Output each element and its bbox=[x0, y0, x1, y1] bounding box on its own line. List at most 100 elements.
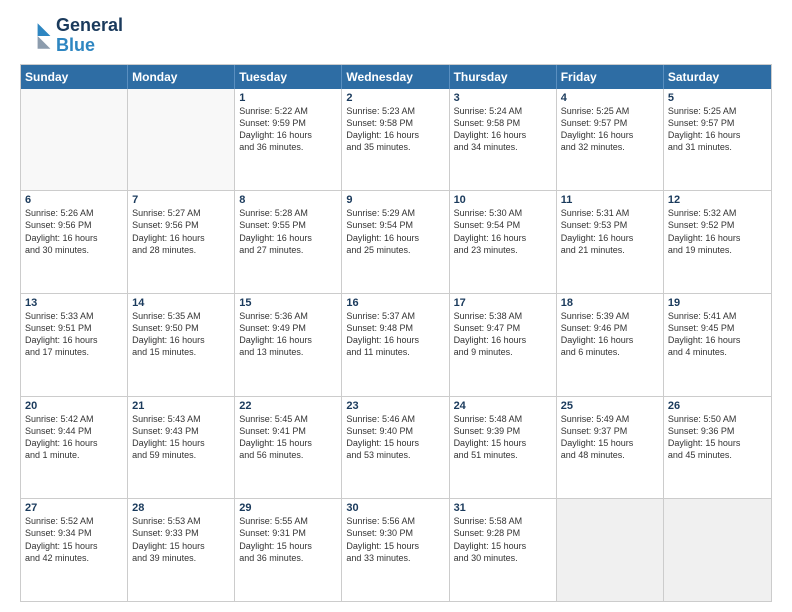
day-number: 4 bbox=[561, 92, 659, 104]
day-number: 27 bbox=[25, 502, 123, 514]
day-cell-8: 8Sunrise: 5:28 AM Sunset: 9:55 PM Daylig… bbox=[235, 191, 342, 293]
day-info: Sunrise: 5:30 AM Sunset: 9:54 PM Dayligh… bbox=[454, 207, 552, 256]
day-cell-17: 17Sunrise: 5:38 AM Sunset: 9:47 PM Dayli… bbox=[450, 294, 557, 396]
empty-cell bbox=[557, 499, 664, 601]
day-number: 3 bbox=[454, 92, 552, 104]
day-info: Sunrise: 5:56 AM Sunset: 9:30 PM Dayligh… bbox=[346, 515, 444, 564]
day-number: 13 bbox=[25, 297, 123, 309]
day-number: 2 bbox=[346, 92, 444, 104]
logo-icon bbox=[20, 20, 52, 52]
empty-cell bbox=[128, 89, 235, 191]
day-info: Sunrise: 5:25 AM Sunset: 9:57 PM Dayligh… bbox=[668, 105, 767, 154]
day-number: 8 bbox=[239, 194, 337, 206]
empty-cell bbox=[21, 89, 128, 191]
day-cell-31: 31Sunrise: 5:58 AM Sunset: 9:28 PM Dayli… bbox=[450, 499, 557, 601]
day-number: 30 bbox=[346, 502, 444, 514]
calendar-row-5: 27Sunrise: 5:52 AM Sunset: 9:34 PM Dayli… bbox=[21, 498, 771, 601]
day-cell-11: 11Sunrise: 5:31 AM Sunset: 9:53 PM Dayli… bbox=[557, 191, 664, 293]
day-number: 28 bbox=[132, 502, 230, 514]
day-number: 19 bbox=[668, 297, 767, 309]
day-number: 17 bbox=[454, 297, 552, 309]
day-info: Sunrise: 5:43 AM Sunset: 9:43 PM Dayligh… bbox=[132, 413, 230, 462]
day-number: 25 bbox=[561, 400, 659, 412]
day-number: 9 bbox=[346, 194, 444, 206]
day-cell-15: 15Sunrise: 5:36 AM Sunset: 9:49 PM Dayli… bbox=[235, 294, 342, 396]
page: General Blue SundayMondayTuesdayWednesda… bbox=[0, 0, 792, 612]
day-info: Sunrise: 5:26 AM Sunset: 9:56 PM Dayligh… bbox=[25, 207, 123, 256]
weekday-header-thursday: Thursday bbox=[450, 65, 557, 89]
day-info: Sunrise: 5:29 AM Sunset: 9:54 PM Dayligh… bbox=[346, 207, 444, 256]
day-number: 21 bbox=[132, 400, 230, 412]
calendar-row-3: 13Sunrise: 5:33 AM Sunset: 9:51 PM Dayli… bbox=[21, 293, 771, 396]
day-number: 10 bbox=[454, 194, 552, 206]
day-cell-22: 22Sunrise: 5:45 AM Sunset: 9:41 PM Dayli… bbox=[235, 397, 342, 499]
day-cell-18: 18Sunrise: 5:39 AM Sunset: 9:46 PM Dayli… bbox=[557, 294, 664, 396]
day-cell-25: 25Sunrise: 5:49 AM Sunset: 9:37 PM Dayli… bbox=[557, 397, 664, 499]
day-cell-5: 5Sunrise: 5:25 AM Sunset: 9:57 PM Daylig… bbox=[664, 89, 771, 191]
day-number: 23 bbox=[346, 400, 444, 412]
calendar-body: 1Sunrise: 5:22 AM Sunset: 9:59 PM Daylig… bbox=[21, 89, 771, 601]
empty-cell bbox=[664, 499, 771, 601]
day-info: Sunrise: 5:32 AM Sunset: 9:52 PM Dayligh… bbox=[668, 207, 767, 256]
day-info: Sunrise: 5:41 AM Sunset: 9:45 PM Dayligh… bbox=[668, 310, 767, 359]
calendar-row-2: 6Sunrise: 5:26 AM Sunset: 9:56 PM Daylig… bbox=[21, 190, 771, 293]
day-info: Sunrise: 5:24 AM Sunset: 9:58 PM Dayligh… bbox=[454, 105, 552, 154]
day-info: Sunrise: 5:31 AM Sunset: 9:53 PM Dayligh… bbox=[561, 207, 659, 256]
day-cell-16: 16Sunrise: 5:37 AM Sunset: 9:48 PM Dayli… bbox=[342, 294, 449, 396]
day-number: 6 bbox=[25, 194, 123, 206]
day-number: 22 bbox=[239, 400, 337, 412]
day-info: Sunrise: 5:35 AM Sunset: 9:50 PM Dayligh… bbox=[132, 310, 230, 359]
logo-text-general: General bbox=[56, 16, 123, 36]
day-number: 24 bbox=[454, 400, 552, 412]
day-info: Sunrise: 5:36 AM Sunset: 9:49 PM Dayligh… bbox=[239, 310, 337, 359]
day-cell-6: 6Sunrise: 5:26 AM Sunset: 9:56 PM Daylig… bbox=[21, 191, 128, 293]
day-cell-24: 24Sunrise: 5:48 AM Sunset: 9:39 PM Dayli… bbox=[450, 397, 557, 499]
day-info: Sunrise: 5:50 AM Sunset: 9:36 PM Dayligh… bbox=[668, 413, 767, 462]
day-info: Sunrise: 5:33 AM Sunset: 9:51 PM Dayligh… bbox=[25, 310, 123, 359]
day-info: Sunrise: 5:42 AM Sunset: 9:44 PM Dayligh… bbox=[25, 413, 123, 462]
day-number: 29 bbox=[239, 502, 337, 514]
day-number: 1 bbox=[239, 92, 337, 104]
day-number: 31 bbox=[454, 502, 552, 514]
day-cell-19: 19Sunrise: 5:41 AM Sunset: 9:45 PM Dayli… bbox=[664, 294, 771, 396]
weekday-header-monday: Monday bbox=[128, 65, 235, 89]
day-cell-21: 21Sunrise: 5:43 AM Sunset: 9:43 PM Dayli… bbox=[128, 397, 235, 499]
day-info: Sunrise: 5:22 AM Sunset: 9:59 PM Dayligh… bbox=[239, 105, 337, 154]
day-info: Sunrise: 5:39 AM Sunset: 9:46 PM Dayligh… bbox=[561, 310, 659, 359]
day-number: 16 bbox=[346, 297, 444, 309]
day-info: Sunrise: 5:23 AM Sunset: 9:58 PM Dayligh… bbox=[346, 105, 444, 154]
day-number: 14 bbox=[132, 297, 230, 309]
weekday-header-tuesday: Tuesday bbox=[235, 65, 342, 89]
day-cell-2: 2Sunrise: 5:23 AM Sunset: 9:58 PM Daylig… bbox=[342, 89, 449, 191]
day-cell-10: 10Sunrise: 5:30 AM Sunset: 9:54 PM Dayli… bbox=[450, 191, 557, 293]
logo-text-blue: Blue bbox=[56, 36, 123, 56]
day-cell-14: 14Sunrise: 5:35 AM Sunset: 9:50 PM Dayli… bbox=[128, 294, 235, 396]
logo: General Blue bbox=[20, 16, 123, 56]
weekday-header-friday: Friday bbox=[557, 65, 664, 89]
calendar-row-4: 20Sunrise: 5:42 AM Sunset: 9:44 PM Dayli… bbox=[21, 396, 771, 499]
day-cell-20: 20Sunrise: 5:42 AM Sunset: 9:44 PM Dayli… bbox=[21, 397, 128, 499]
day-number: 18 bbox=[561, 297, 659, 309]
calendar-header: SundayMondayTuesdayWednesdayThursdayFrid… bbox=[21, 65, 771, 89]
day-cell-9: 9Sunrise: 5:29 AM Sunset: 9:54 PM Daylig… bbox=[342, 191, 449, 293]
day-info: Sunrise: 5:28 AM Sunset: 9:55 PM Dayligh… bbox=[239, 207, 337, 256]
day-info: Sunrise: 5:55 AM Sunset: 9:31 PM Dayligh… bbox=[239, 515, 337, 564]
day-number: 11 bbox=[561, 194, 659, 206]
day-number: 12 bbox=[668, 194, 767, 206]
day-info: Sunrise: 5:49 AM Sunset: 9:37 PM Dayligh… bbox=[561, 413, 659, 462]
day-number: 20 bbox=[25, 400, 123, 412]
day-cell-23: 23Sunrise: 5:46 AM Sunset: 9:40 PM Dayli… bbox=[342, 397, 449, 499]
day-cell-27: 27Sunrise: 5:52 AM Sunset: 9:34 PM Dayli… bbox=[21, 499, 128, 601]
day-number: 7 bbox=[132, 194, 230, 206]
day-cell-3: 3Sunrise: 5:24 AM Sunset: 9:58 PM Daylig… bbox=[450, 89, 557, 191]
calendar-row-1: 1Sunrise: 5:22 AM Sunset: 9:59 PM Daylig… bbox=[21, 89, 771, 191]
day-cell-12: 12Sunrise: 5:32 AM Sunset: 9:52 PM Dayli… bbox=[664, 191, 771, 293]
day-info: Sunrise: 5:46 AM Sunset: 9:40 PM Dayligh… bbox=[346, 413, 444, 462]
day-info: Sunrise: 5:25 AM Sunset: 9:57 PM Dayligh… bbox=[561, 105, 659, 154]
calendar: SundayMondayTuesdayWednesdayThursdayFrid… bbox=[20, 64, 772, 602]
day-cell-29: 29Sunrise: 5:55 AM Sunset: 9:31 PM Dayli… bbox=[235, 499, 342, 601]
weekday-header-saturday: Saturday bbox=[664, 65, 771, 89]
day-info: Sunrise: 5:48 AM Sunset: 9:39 PM Dayligh… bbox=[454, 413, 552, 462]
day-cell-4: 4Sunrise: 5:25 AM Sunset: 9:57 PM Daylig… bbox=[557, 89, 664, 191]
day-number: 26 bbox=[668, 400, 767, 412]
